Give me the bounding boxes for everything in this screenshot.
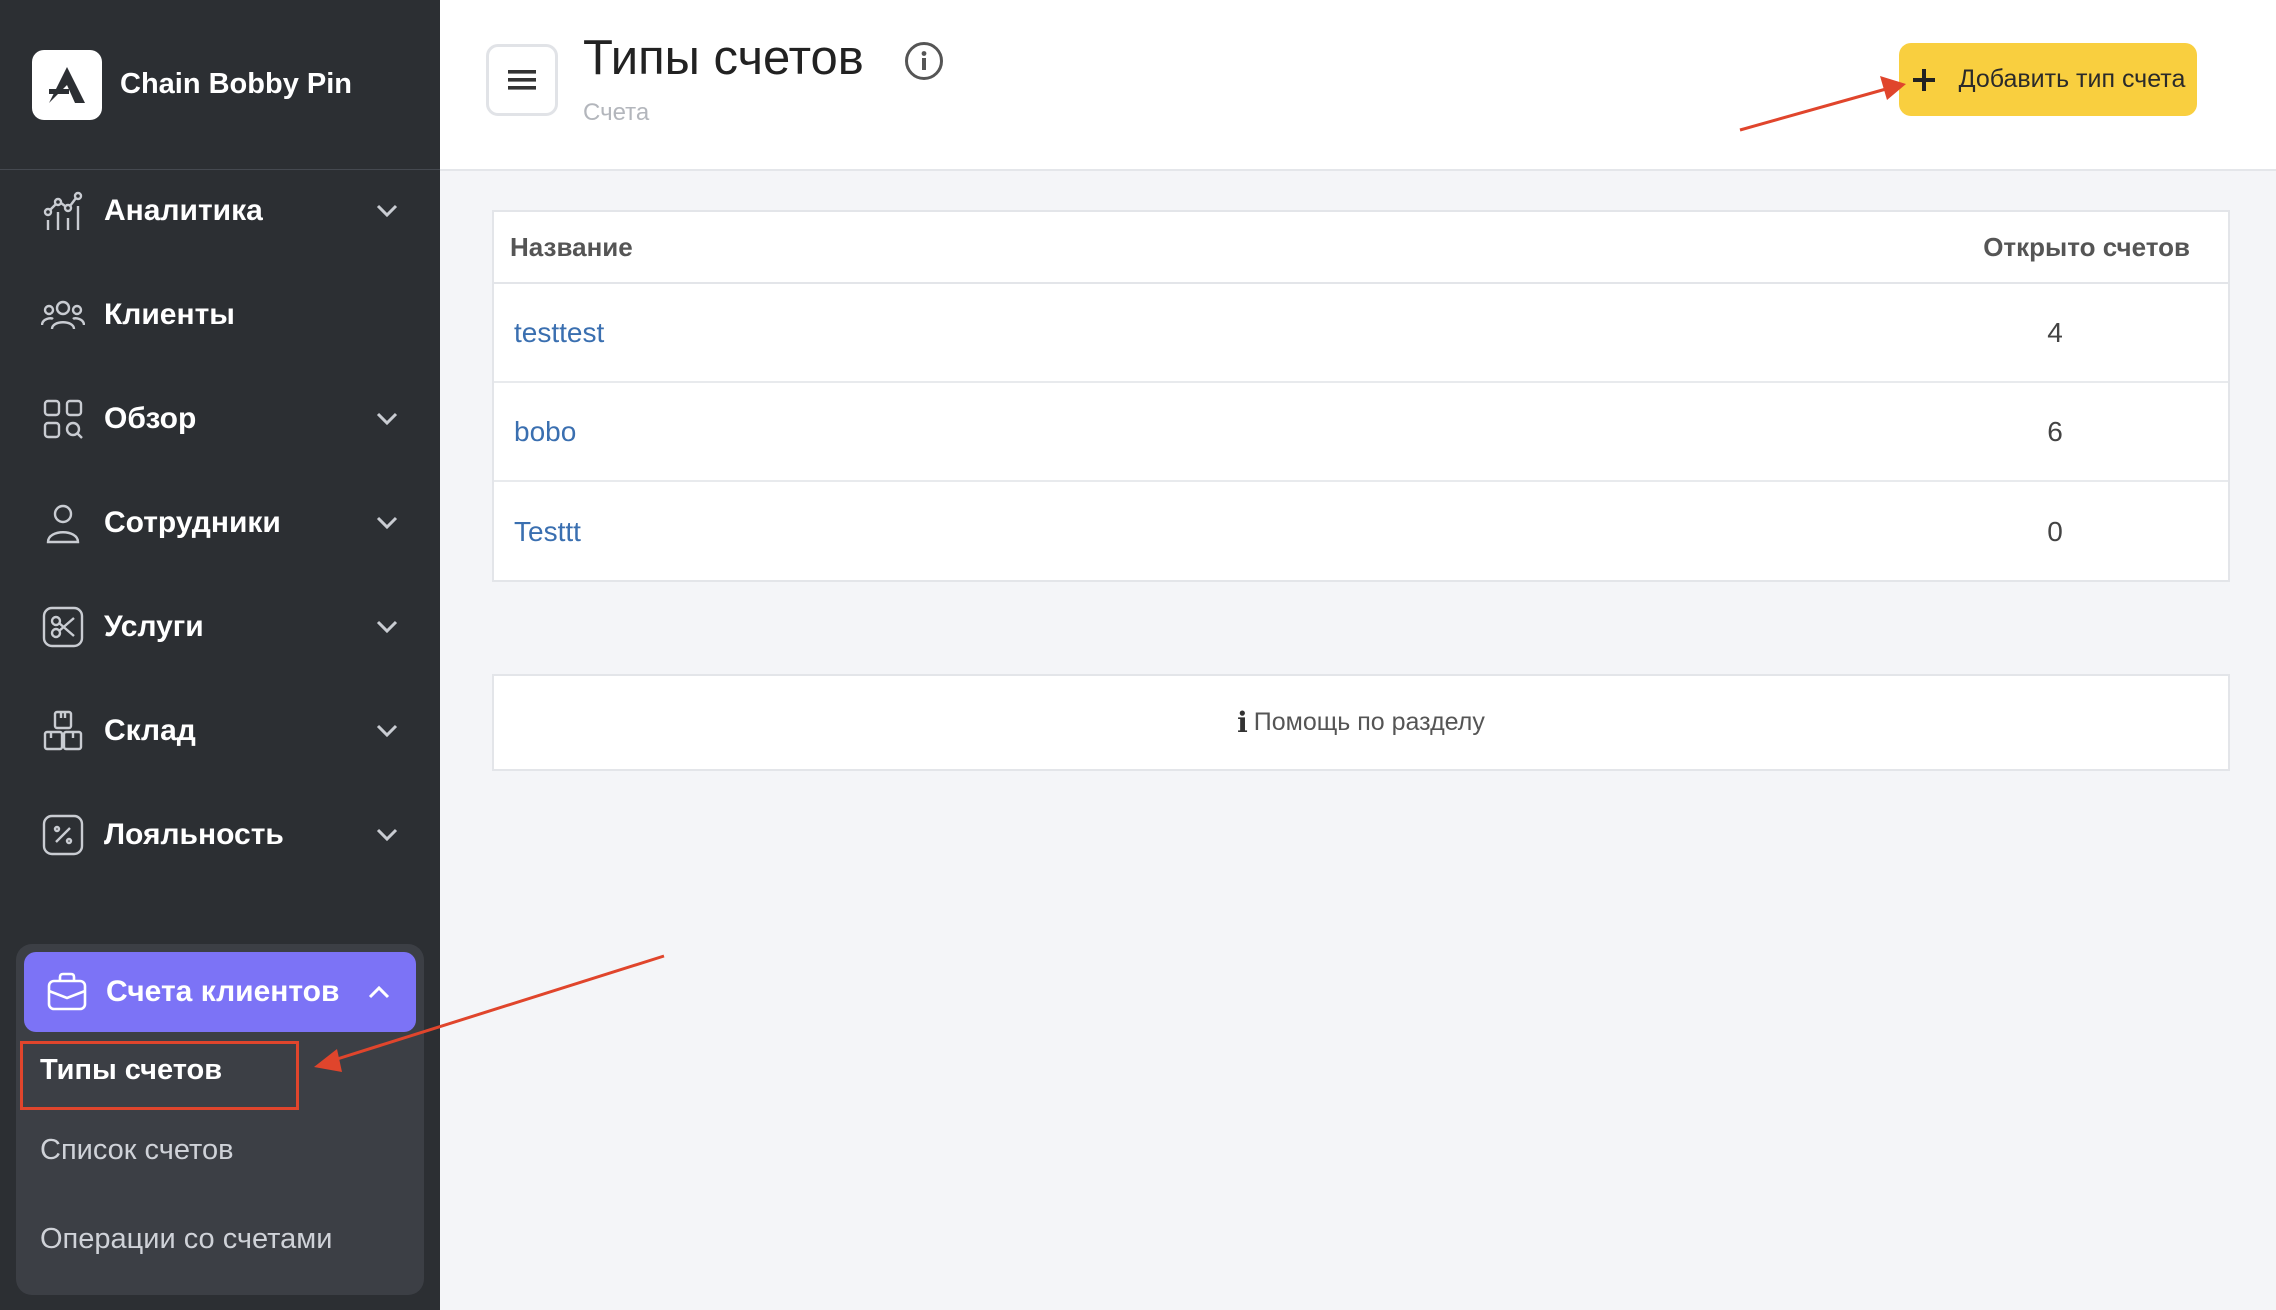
page-title: Типы счетов bbox=[583, 31, 864, 85]
clients-icon bbox=[40, 292, 86, 338]
page-header: Типы счетов Счета Добавить тип счета bbox=[440, 0, 2276, 171]
sidebar-item-label: Услуги bbox=[104, 610, 204, 643]
sidebar-item-label: Клиенты bbox=[104, 298, 235, 331]
sidebar-item-staff[interactable]: Сотрудники bbox=[0, 471, 440, 575]
sidebar-subitem-account-operations[interactable]: Операции со счетами bbox=[40, 1223, 332, 1256]
plus-icon bbox=[1912, 68, 1935, 91]
sidebar-item-analytics[interactable]: Аналитика bbox=[0, 159, 440, 263]
account-types-table: Название Открыто счетов testtest 4 bobo … bbox=[492, 210, 2230, 582]
sidebar-item-overview[interactable]: Обзор bbox=[0, 367, 440, 471]
annotation-highlight-box bbox=[20, 1041, 299, 1110]
brand[interactable]: Chain Bobby Pin bbox=[0, 0, 440, 170]
menu-toggle-button[interactable] bbox=[486, 44, 558, 116]
section-help-button[interactable]: i Помощь по разделу bbox=[492, 674, 2230, 771]
chevron-down-icon bbox=[374, 198, 400, 224]
sidebar-subitem-account-list[interactable]: Список счетов bbox=[40, 1134, 233, 1167]
sidebar-item-label: Обзор bbox=[104, 402, 197, 435]
briefcase-icon bbox=[44, 969, 90, 1015]
row-name-link[interactable]: bobo bbox=[514, 416, 1985, 448]
chevron-down-icon bbox=[374, 614, 400, 640]
sidebar-item-client-accounts[interactable]: Счета клиентов bbox=[24, 952, 416, 1032]
table-row: testtest 4 bbox=[494, 284, 2228, 383]
chevron-down-icon bbox=[374, 822, 400, 848]
sidebar-item-label: Сотрудники bbox=[104, 506, 281, 539]
sidebar-nav: Аналитика Клиенты Обзор Сотрудники Услуг… bbox=[0, 159, 440, 887]
sidebar-item-label: Лояльность bbox=[104, 818, 284, 851]
column-header-open-count[interactable]: Открыто счетов bbox=[1983, 232, 2190, 263]
row-open-count: 0 bbox=[2047, 515, 2063, 547]
analytics-icon bbox=[40, 188, 86, 234]
overview-icon bbox=[40, 396, 86, 442]
add-account-type-label: Добавить тип счета bbox=[1958, 65, 2186, 93]
sidebar-item-warehouse[interactable]: Склад bbox=[0, 679, 440, 783]
scissors-icon bbox=[40, 604, 86, 650]
sidebar-item-clients[interactable]: Клиенты bbox=[0, 263, 440, 367]
row-open-count: 6 bbox=[2047, 415, 2063, 447]
info-icon[interactable] bbox=[904, 41, 944, 81]
brand-name: Chain Bobby Pin bbox=[120, 68, 352, 100]
sidebar-item-label: Аналитика bbox=[104, 194, 263, 227]
info-letter-icon: i bbox=[1237, 706, 1248, 739]
chevron-down-icon bbox=[374, 718, 400, 744]
row-name-link[interactable]: Testtt bbox=[514, 516, 1985, 548]
column-header-name[interactable]: Название bbox=[510, 232, 1983, 263]
add-account-type-button[interactable]: Добавить тип счета bbox=[1899, 43, 2197, 116]
warehouse-icon bbox=[40, 708, 86, 754]
section-help-label: Помощь по разделу bbox=[1253, 708, 1485, 736]
chevron-down-icon bbox=[374, 510, 400, 536]
staff-icon bbox=[40, 500, 86, 546]
chevron-up-icon bbox=[366, 979, 392, 1005]
row-open-count: 4 bbox=[2047, 316, 2063, 348]
percent-icon bbox=[40, 812, 86, 858]
row-name-link[interactable]: testtest bbox=[514, 317, 1985, 349]
hamburger-icon bbox=[508, 70, 536, 90]
table-row: Testtt 0 bbox=[494, 482, 2228, 581]
page-breadcrumb[interactable]: Счета bbox=[583, 99, 649, 127]
sidebar: Chain Bobby Pin Аналитика Клиенты Обзор bbox=[0, 0, 440, 1310]
chevron-down-icon bbox=[374, 406, 400, 432]
table-header: Название Открыто счетов bbox=[494, 212, 2228, 284]
table-row: bobo 6 bbox=[494, 383, 2228, 482]
sidebar-item-loyalty[interactable]: Лояльность bbox=[0, 783, 440, 887]
sidebar-item-label: Склад bbox=[104, 714, 196, 747]
brand-logo-icon bbox=[32, 49, 102, 120]
sidebar-item-label: Счета клиентов bbox=[106, 975, 340, 1008]
sidebar-item-services[interactable]: Услуги bbox=[0, 575, 440, 679]
